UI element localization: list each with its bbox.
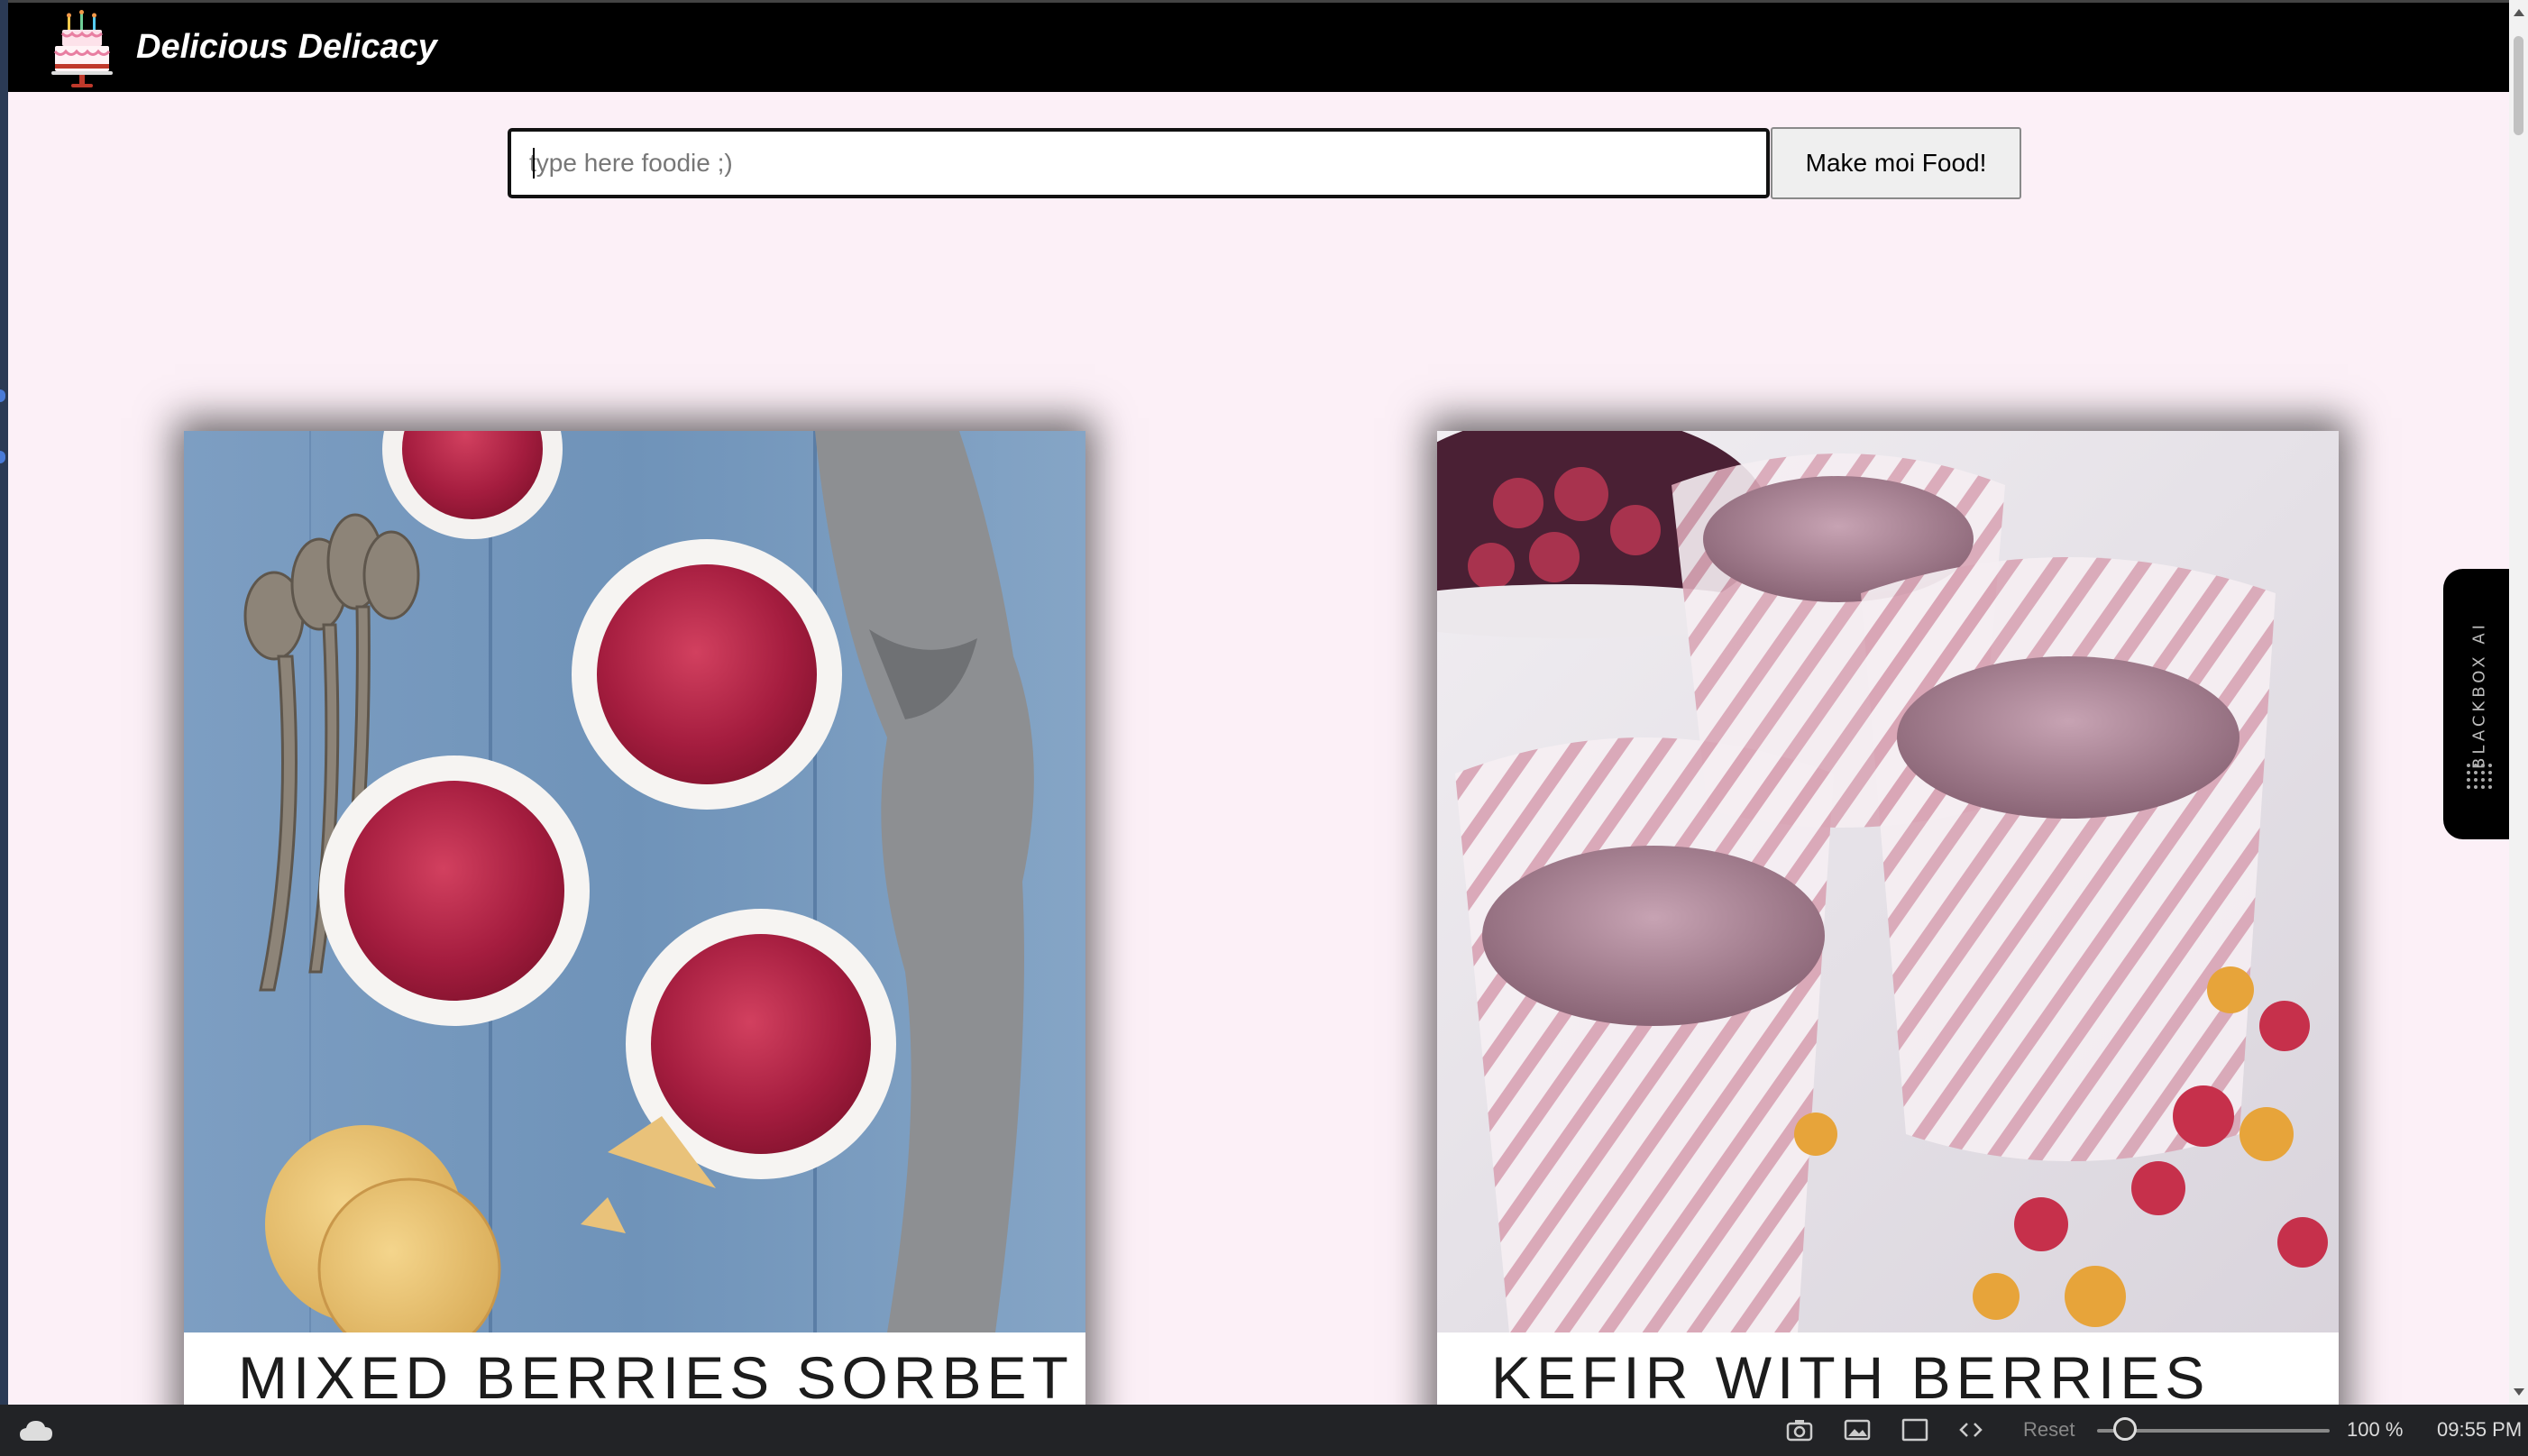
zoom-slider-thumb[interactable] (2112, 1417, 2137, 1441)
clock: 09:55 PM (2437, 1418, 2523, 1441)
zoom-level: 100 % (2347, 1418, 2404, 1441)
blackbox-ai-label: BLACKBOX AI (2469, 621, 2489, 769)
image-icon[interactable] (1843, 1417, 1872, 1442)
recipe-title[interactable]: MIXED BERRIES SORBET (238, 1343, 1074, 1405)
zoom-slider[interactable] (2097, 1417, 2330, 1441)
cloud-icon[interactable] (18, 1419, 54, 1442)
zoom-reset-button[interactable]: Reset (2023, 1418, 2075, 1442)
blackbox-ai-tab[interactable]: BLACKBOX AI (2443, 569, 2509, 839)
code-icon[interactable] (1956, 1417, 1985, 1442)
navbar: Delicious Delicacy (8, 0, 2509, 92)
window-icon[interactable] (1901, 1417, 1929, 1442)
recipe-card[interactable]: KEFIR WITH BERRIES (1437, 431, 2339, 1405)
left-edge-panel (0, 0, 8, 1405)
recipe-image-kefir-berries[interactable] (1437, 431, 2339, 1332)
scroll-down-arrow-icon[interactable] (2514, 1388, 2524, 1396)
browser-page: Delicious Delicacy Make moi Food! (8, 0, 2509, 1405)
text-cursor (533, 148, 535, 179)
recipe-card[interactable]: MIXED BERRIES SORBET (184, 431, 1085, 1405)
scroll-thumb[interactable] (2514, 36, 2523, 135)
scroll-up-arrow-icon[interactable] (2514, 9, 2524, 16)
edge-marker (0, 389, 5, 402)
taskbar: Reset 100 % 09:55 PM (0, 1405, 2528, 1456)
recipe-title[interactable]: KEFIR WITH BERRIES (1491, 1343, 2210, 1405)
blackbox-logo-icon (2467, 764, 2492, 789)
recipe-image-berry-sorbet[interactable] (184, 431, 1085, 1332)
vertical-scrollbar[interactable] (2509, 0, 2528, 1405)
search-input[interactable] (508, 128, 1770, 198)
make-food-button[interactable]: Make moi Food! (1771, 127, 2021, 199)
edge-marker (0, 451, 5, 463)
camera-icon[interactable] (1785, 1417, 1814, 1442)
cake-logo-icon[interactable] (50, 10, 114, 91)
brand-title[interactable]: Delicious Delicacy (136, 28, 437, 67)
